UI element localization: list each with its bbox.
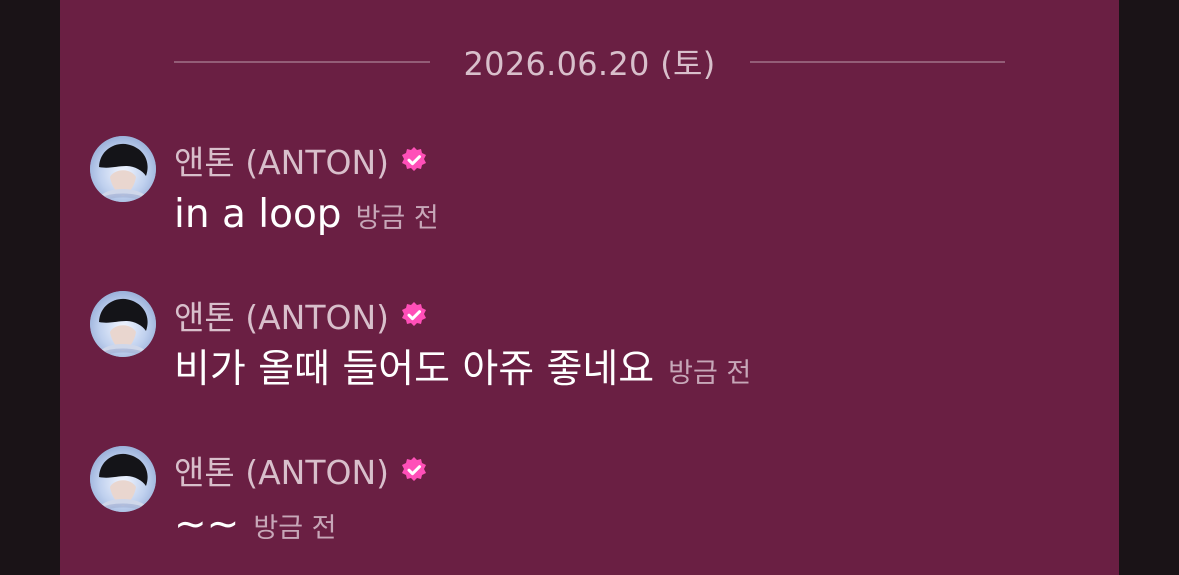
message-body-row: 비가 올때 들어도 아쥬 좋네요 방금 전 (174, 347, 752, 392)
app-frame: 2026.06.20 (토) 앤톤 (ANTON) in a loop 방금 전… (0, 0, 1179, 575)
message-time: 방금 전 (355, 203, 439, 234)
verified-badge-icon (399, 455, 429, 485)
message-text: in a loop (174, 192, 342, 237)
date-separator-text: 2026.06.20 (토) (463, 45, 716, 83)
date-separator-line-left (174, 61, 430, 63)
date-separator: 2026.06.20 (토) (174, 40, 1005, 84)
verified-badge-icon (399, 145, 429, 175)
message-text: 비가 올때 들어도 아쥬 좋네요 (174, 347, 655, 392)
chat-message: 앤톤 (ANTON) in a loop 방금 전 (90, 136, 1090, 256)
message-body-row: in a loop 방금 전 (174, 192, 439, 237)
message-author-row: 앤톤 (ANTON) (174, 448, 429, 492)
message-author-name: 앤톤 (ANTON) (174, 453, 390, 492)
message-author-row: 앤톤 (ANTON) (174, 138, 429, 182)
chat-message: 앤톤 (ANTON) ~~ 방금 전 (90, 446, 1090, 566)
message-author-name: 앤톤 (ANTON) (174, 298, 390, 337)
message-time: 방금 전 (668, 358, 752, 389)
date-separator-line-right (749, 61, 1005, 63)
chat-message: 앤톤 (ANTON) 비가 올때 들어도 아쥬 좋네요 방금 전 (90, 291, 1090, 411)
message-author-name: 앤톤 (ANTON) (174, 143, 390, 182)
message-text: ~~ (174, 502, 240, 547)
message-body-row: ~~ 방금 전 (174, 502, 337, 547)
profile-avatar[interactable] (90, 446, 156, 512)
verified-badge-icon (399, 300, 429, 330)
message-author-row: 앤톤 (ANTON) (174, 293, 429, 337)
profile-avatar[interactable] (90, 136, 156, 202)
message-time: 방금 전 (253, 513, 337, 544)
profile-avatar[interactable] (90, 291, 156, 357)
